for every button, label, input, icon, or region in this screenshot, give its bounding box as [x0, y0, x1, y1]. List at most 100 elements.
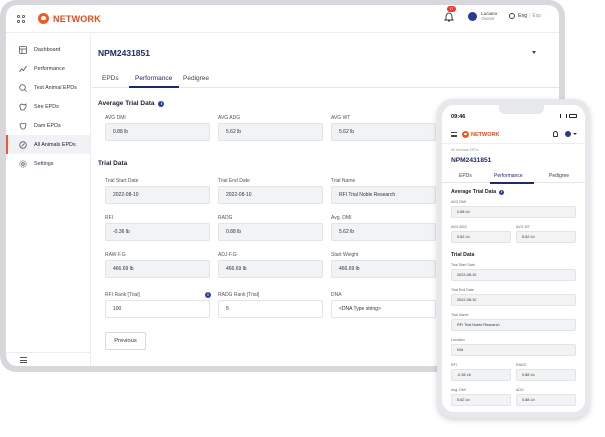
info-icon[interactable]: i — [205, 292, 211, 298]
field-label: RFI — [105, 215, 114, 221]
language-other[interactable]: Esp — [532, 13, 541, 19]
top-bar: NETWORK 17 Luciano Owner Eng | Esp — [6, 5, 559, 33]
notifications-button[interactable]: 17 — [443, 6, 456, 22]
brand-logo[interactable]: NETWORK — [462, 131, 499, 138]
field-label: DNA — [331, 292, 342, 298]
field-label: Location — [451, 338, 465, 342]
sidebar-item-sire-epds[interactable]: Sire EPDs — [6, 97, 90, 116]
sidebar-item-dam-epds[interactable]: Dam EPDs — [6, 116, 90, 135]
field-label: Trial End Date — [218, 178, 250, 184]
test-animal-icon — [19, 83, 27, 92]
tab-bar: EPDs Performance Pedigree — [442, 170, 585, 184]
status-indicators — [560, 114, 577, 118]
trial-name-field: RFI Trial Noble Research — [451, 319, 576, 331]
avg-wt-field: 5.62 lb — [331, 123, 436, 141]
avg-adg-field: 5.62 Lb — [451, 231, 511, 243]
dam-icon — [19, 122, 27, 130]
avg-dmi-trial-field: 5.62 lb — [331, 223, 436, 241]
sidebar-item-all-animals-epds[interactable]: All Animals EPDs — [6, 135, 90, 154]
section-title: Trial Data — [98, 160, 128, 167]
field-label: Trial End Date — [451, 288, 474, 292]
signal-icon — [560, 114, 567, 118]
bell-icon[interactable] — [553, 131, 558, 137]
top-bar-right: 17 Luciano Owner Eng | Esp — [443, 6, 541, 22]
notification-badge: 17 — [447, 6, 456, 12]
logo-mark-icon — [462, 131, 469, 138]
sidebar-item-dashboard[interactable]: Dashboard — [6, 40, 90, 59]
field-label: AVG DMI — [105, 115, 126, 121]
section-title: Average Trial Data — [98, 100, 155, 107]
raw-fg-field: 466.69 lb — [105, 260, 210, 278]
phone-screen: 09:46 NETWORK All Animals EPDs NPM243185… — [442, 105, 585, 412]
avg-adg-field: 5.62 lb — [218, 123, 323, 141]
active-tab-indicator — [129, 86, 179, 88]
field-label: Trial Start Date — [105, 178, 139, 184]
sidebar-item-label: All Animals EPDs — [34, 141, 76, 148]
sidebar-item-performance[interactable]: Performance — [6, 59, 90, 78]
previous-button[interactable]: Previous — [105, 332, 146, 350]
field-label: RADG — [516, 363, 527, 367]
language-current[interactable]: Eng — [518, 13, 527, 19]
user-menu[interactable]: Luciano Owner — [468, 11, 497, 22]
trial-name-field: RFI Trial Noble Research — [331, 186, 436, 204]
avg-wt-field: 5.62 Lb — [516, 231, 576, 243]
chevron-down-icon[interactable] — [573, 133, 577, 135]
avg-dmi-trial-field: 5.62 Lb — [451, 394, 511, 406]
performance-icon — [19, 65, 27, 73]
field-label: Start Weight — [331, 252, 359, 258]
field-label: RADG Rank [Trial] — [218, 292, 260, 298]
page-title: NPM2431851 — [98, 48, 150, 58]
info-icon[interactable]: i — [499, 189, 505, 195]
dna-field: <DNA Type string> — [331, 300, 436, 318]
trial-end-date-field: 2022-08-10 — [218, 186, 323, 204]
tab-bar: EPDs Performance Pedigree — [92, 70, 559, 88]
rfi-field: -0.36 lb — [105, 223, 210, 241]
brand-logo[interactable]: NETWORK — [38, 13, 101, 24]
phone-notch — [499, 105, 544, 114]
field-label: AVG DMI — [451, 200, 466, 204]
field-label: RAW F.G — [105, 252, 126, 258]
trial-start-date-field: 2022-08-10 — [105, 186, 210, 204]
section-title: Trial Data — [451, 252, 475, 258]
all-animals-icon — [19, 140, 27, 149]
tab-pedigree[interactable]: Pedigree — [183, 75, 209, 82]
average-trial-data-heading: Average Trial Data i — [451, 189, 505, 195]
avatar — [468, 11, 478, 21]
tab-epds[interactable]: EPDs — [102, 75, 119, 82]
rfi-rank-field: 100 — [105, 300, 210, 318]
adj-fg-field: 466.69 lb — [218, 260, 323, 278]
chevron-down-icon[interactable] — [532, 51, 536, 54]
page-title: NPM2431851 — [451, 157, 492, 164]
tab-performance[interactable]: Performance — [135, 75, 172, 82]
trial-data-heading: Trial Data — [451, 252, 474, 258]
language-switcher[interactable]: Eng | Esp — [509, 13, 541, 19]
menu-icon[interactable] — [20, 357, 27, 363]
avatar[interactable] — [565, 131, 571, 137]
field-label: ADG — [516, 388, 524, 392]
language-separator: | — [529, 13, 531, 19]
tab-pedigree[interactable]: Pedigree — [549, 173, 569, 179]
field-label: AVG ADG — [451, 225, 467, 229]
field-label: Trial Name — [331, 178, 356, 184]
bell-icon — [443, 12, 455, 22]
radg-rank-field: 5 — [218, 300, 323, 318]
breadcrumb[interactable]: All Animals EPDs — [451, 148, 479, 152]
dashboard-icon — [19, 45, 27, 54]
menu-icon[interactable] — [451, 132, 457, 137]
info-icon[interactable]: i — [158, 100, 165, 107]
active-tab-indicator — [490, 182, 534, 184]
field-label: Avg. DMI — [331, 215, 352, 221]
sidebar-item-label: Dam EPDs — [34, 122, 61, 129]
tab-performance[interactable]: Performance — [494, 173, 523, 179]
sidebar-item-settings[interactable]: Settings — [6, 154, 90, 173]
brand-name: NETWORK — [471, 131, 500, 138]
start-weight-field: 466.69 lb — [331, 260, 436, 278]
globe-icon — [509, 13, 516, 19]
tab-epds[interactable]: EPDs — [459, 173, 472, 179]
field-label: AVG WT — [516, 225, 530, 229]
phone-top-right — [553, 131, 577, 137]
field-label: RADG — [218, 215, 233, 221]
sidebar-item-test-animal-epds[interactable]: Test Animal EPDs — [6, 78, 90, 97]
field-label: Avg. DMI — [451, 388, 466, 392]
apps-grid-icon[interactable] — [17, 14, 25, 23]
